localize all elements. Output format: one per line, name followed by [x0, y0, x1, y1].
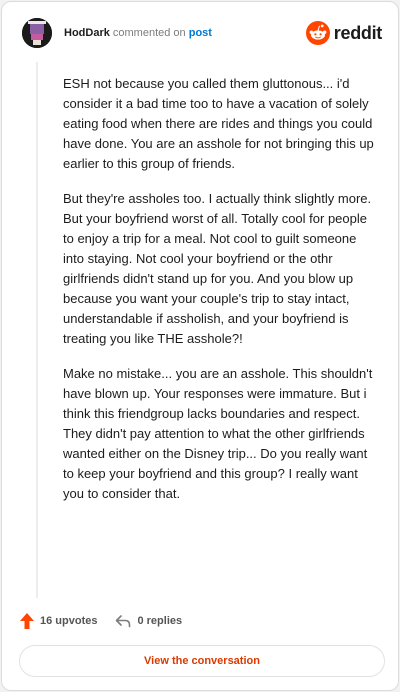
reddit-logo-icon [305, 21, 330, 45]
upvote-count: 16 upvotes [40, 615, 98, 627]
comment-paragraph-2: But they're assholes too. I actually thi… [63, 191, 372, 346]
avatar[interactable] [22, 18, 52, 48]
upvote-arrow-icon [20, 613, 34, 629]
comment-paragraph-1: ESH not because you called them gluttono… [63, 76, 374, 171]
comment-meta: HodDark commented on post [64, 26, 212, 40]
reply-count: 0 replies [137, 615, 183, 627]
comment-footer: 16 upvotes 0 replies [20, 610, 182, 632]
comment-embed-card: HodDark commented on post reddit ESH not… [1, 1, 399, 691]
upvote-button[interactable]: 16 upvotes [20, 613, 97, 629]
comment-paragraph-3: Make no mistake... you are an asshole. T… [63, 366, 373, 501]
username[interactable]: HodDark [64, 27, 110, 39]
reddit-wordmark: reddit [333, 22, 383, 43]
thread-line [36, 62, 38, 598]
reply-button[interactable]: 0 replies [115, 614, 182, 628]
action-text: commented on [112, 27, 186, 39]
post-link[interactable]: post [189, 27, 212, 39]
comment-body: ESH not because you called them gluttono… [63, 74, 379, 519]
view-conversation-button[interactable]: View the conversation [19, 645, 385, 677]
reply-icon [116, 615, 131, 628]
comment-header: HodDark commented on post reddit [22, 18, 382, 52]
reddit-brand[interactable]: reddit [305, 20, 383, 46]
